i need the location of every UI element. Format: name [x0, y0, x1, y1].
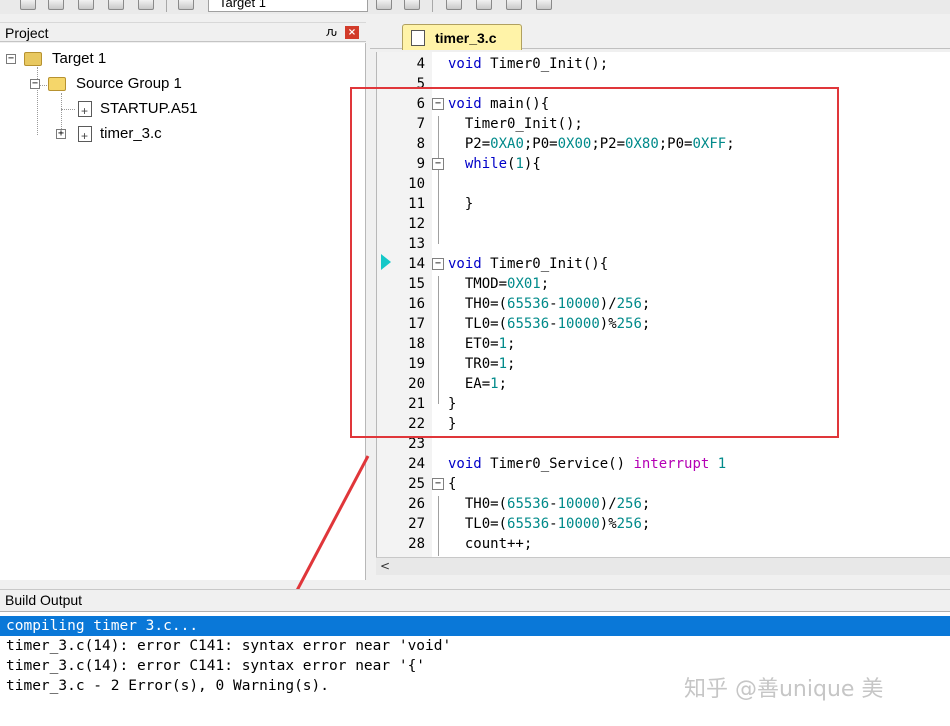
toolbar-separator: [166, 0, 167, 12]
code-line[interactable]: 25−{: [377, 474, 950, 494]
code-line[interactable]: 26 TH0=(65536-10000)/256;: [377, 494, 950, 514]
select-software-packs-icon[interactable]: [536, 0, 552, 10]
stop-build-icon[interactable]: [108, 0, 124, 10]
file-extensions-icon[interactable]: [476, 0, 492, 10]
target-options-icon[interactable]: [404, 0, 420, 10]
target-select[interactable]: Target 1: [208, 0, 368, 12]
batch-build-icon[interactable]: [78, 0, 94, 10]
highlight-box: [350, 87, 839, 438]
tab-timer-3-c[interactable]: timer_3.c: [402, 24, 522, 50]
fold-toggle-icon[interactable]: −: [432, 478, 444, 490]
tab-label: timer_3.c: [435, 30, 497, 46]
file-icon: [78, 125, 92, 147]
line-number: 26: [408, 496, 425, 512]
code-line[interactable]: 28 count++;: [377, 534, 950, 554]
code-line[interactable]: 24 void Timer0_Service() interrupt 1: [377, 454, 950, 474]
project-panel-header: Project ԉ ×: [0, 22, 366, 42]
project-panel-title: Project: [5, 25, 49, 41]
toolbar-separator: [432, 0, 433, 12]
rebuild-icon[interactable]: [48, 0, 64, 10]
toolbar: Target 1: [0, 0, 950, 14]
code-line[interactable]: 4 void Timer0_Init();: [377, 54, 950, 74]
code-text: TL0=(65536-10000)%256;: [448, 516, 651, 532]
build-output-line[interactable]: compiling timer 3.c...: [0, 616, 950, 636]
tree-item-label: STARTUP.A51: [100, 100, 198, 117]
line-number: 4: [416, 56, 425, 72]
file-icon: [411, 30, 425, 46]
line-number: 28: [408, 536, 425, 552]
collapse-icon[interactable]: −: [6, 54, 16, 64]
download-icon[interactable]: [138, 0, 154, 10]
code-text: count++;: [448, 536, 533, 552]
tree-item-label: Source Group 1: [76, 75, 182, 92]
target-folder-icon: [24, 52, 42, 66]
line-number: 27: [408, 516, 425, 532]
build-output-title: Build Output: [5, 592, 83, 608]
tree-item-label: timer_3.c: [100, 125, 162, 142]
line-number: 24: [408, 456, 425, 472]
build-output-panel[interactable]: compiling timer 3.c... timer_3.c(14): er…: [0, 611, 950, 726]
build-output-header: Build Output: [0, 589, 950, 611]
tree-item-label: Target 1: [52, 50, 107, 67]
pack-installer-icon[interactable]: [506, 0, 522, 10]
code-text: void Timer0_Service() interrupt 1: [448, 456, 727, 472]
folder-icon: [48, 77, 66, 91]
pin-icon[interactable]: ԉ: [326, 25, 337, 39]
options-icon[interactable]: [178, 0, 194, 10]
line-number: 25: [408, 476, 425, 492]
code-line[interactable]: 27 TL0=(65536-10000)%256;: [377, 514, 950, 534]
file-icon: [78, 100, 92, 122]
close-icon[interactable]: ×: [345, 26, 359, 39]
code-text: void Timer0_Init();: [448, 56, 609, 72]
scroll-left-arrow-icon[interactable]: <: [380, 558, 390, 575]
build-output-line[interactable]: timer_3.c(14): error C141: syntax error …: [0, 636, 950, 656]
horizontal-scrollbar[interactable]: <: [376, 557, 950, 575]
expand-icon[interactable]: +: [56, 129, 66, 139]
dropdown-arrow-icon[interactable]: [376, 0, 392, 10]
collapse-icon[interactable]: −: [30, 79, 40, 89]
code-text: {: [448, 476, 457, 492]
code-text: TH0=(65536-10000)/256;: [448, 496, 651, 512]
editor-tab-bar: timer_3.c: [370, 22, 950, 50]
tree-connector: [61, 109, 75, 110]
build-icon[interactable]: [20, 0, 36, 10]
watermark: 知乎 @善unique 美: [684, 677, 884, 702]
manage-components-icon[interactable]: [446, 0, 462, 10]
project-tree: − Target 1 − Source Group 1 STARTUP.A51 …: [0, 43, 366, 580]
